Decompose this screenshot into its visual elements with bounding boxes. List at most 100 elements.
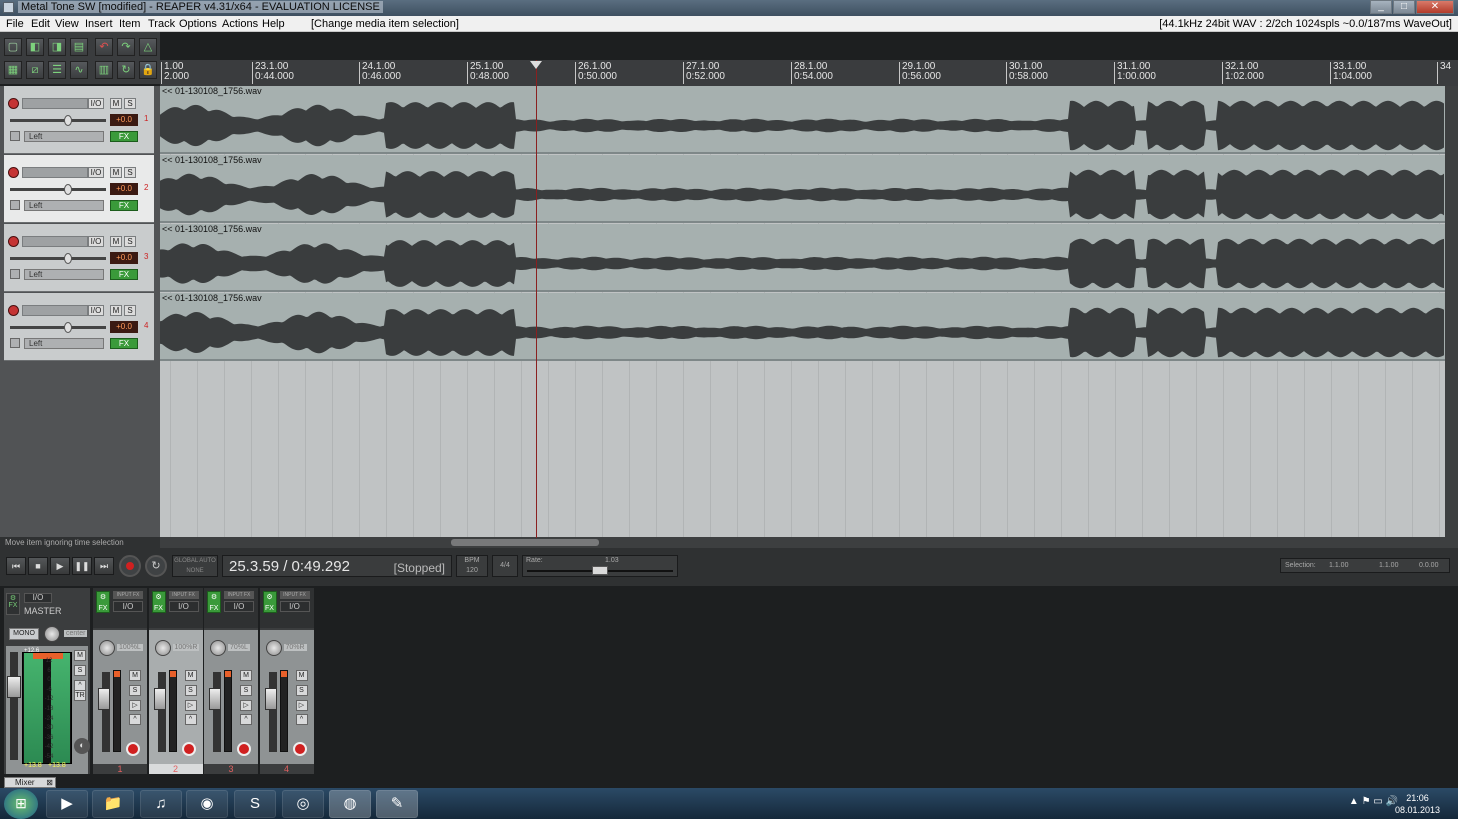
master-mute-button[interactable]: M [74,650,86,661]
volume-fader-knob[interactable] [64,253,72,264]
menu-actions[interactable]: Actions [222,18,258,30]
strip-phase-icon[interactable]: ▷ [240,700,252,711]
mixer-strip[interactable]: ⚙ FX INPUT FX I/O 100%R M S ▷ ^ 2 [148,588,203,774]
strip-phase-icon[interactable]: ▷ [295,700,308,711]
strip-io-button[interactable]: I/O [224,601,254,612]
strip-input-fx-button[interactable]: INPUT FX [168,591,199,599]
strip-envelope-icon[interactable]: ^ [129,714,141,725]
save-project-icon[interactable]: ◨ [48,38,66,56]
track-header[interactable]: I/O M S +0.0 4 Left FX [4,293,154,361]
strip-fader-knob[interactable] [264,688,277,710]
strip-envelope-icon[interactable]: ^ [184,714,197,725]
track-fx-button[interactable]: FX [110,200,138,211]
strip-fader-track[interactable] [268,672,277,752]
track-io-button[interactable]: I/O [88,305,104,316]
time-signature[interactable]: 4/4 [492,555,518,577]
go-to-start-icon[interactable]: ⏮ [6,557,26,575]
mixer-strip[interactable]: ⚙ FX INPUT FX I/O 70%R M S ▷ ^ 4 [259,588,314,774]
track-header[interactable]: I/O M S +0.0 1 Left FX [4,86,154,154]
record-arm-icon[interactable] [8,305,19,316]
item-grouping-icon[interactable]: ☰ [48,61,66,79]
strip-mute-button[interactable]: M [295,670,308,681]
chrome-icon[interactable]: ◉ [186,790,228,818]
rate-slider-knob[interactable] [592,566,608,575]
grid-snap-icon[interactable]: ▦ [4,61,22,79]
horizontal-scrollbar[interactable] [160,537,1458,548]
record-button[interactable] [119,555,141,577]
track-pan-mode-select[interactable]: Left [24,131,104,142]
track-volume-fader[interactable] [10,184,106,195]
track-volume-readout[interactable]: +0.0 [110,321,138,333]
strip-solo-button[interactable]: S [295,685,308,696]
strip-mute-button[interactable]: M [129,670,141,681]
track-mute-button[interactable]: M [110,305,122,316]
track-pan-mode-select[interactable]: Left [24,200,104,211]
strip-fader-knob[interactable] [153,688,166,710]
open-project-icon[interactable]: ◧ [26,38,44,56]
master-pan-knob[interactable] [44,626,60,642]
strip-input-fx-button[interactable]: INPUT FX [224,591,254,599]
strip-io-button[interactable]: I/O [168,601,199,612]
volume-fader-knob[interactable] [64,115,72,126]
record-arm-icon[interactable] [8,167,19,178]
strip-input-fx-button[interactable]: INPUT FX [113,591,143,599]
envelope-icon[interactable] [10,338,20,348]
mixer-strip[interactable]: ⚙ FX INPUT FX I/O 100%L M S ▷ ^ 1 [93,588,147,774]
strip-pan-knob[interactable] [210,640,226,656]
strip-phase-icon[interactable]: ▷ [184,700,197,711]
track-mute-button[interactable]: M [110,236,122,247]
selection-display[interactable]: Selection: 1.1.00 1.1.00 0.0.00 [1280,558,1450,573]
timeline-ruler[interactable]: 1.00 2.000 23.1.00 0:44.000 24.1.00 0:46.000 2… [160,60,1458,86]
arrange-view[interactable]: << 01-130108_1756.wav << 01-130108_1756.w… [160,86,1445,537]
close-icon[interactable]: ✕ [1416,0,1454,14]
strip-number[interactable]: 1 [93,764,147,774]
strip-solo-button[interactable]: S [184,685,197,696]
media-item[interactable]: << 01-130108_1756.wav [160,224,1445,292]
ripple-edit-icon[interactable]: ⧄ [26,61,44,79]
track-header[interactable]: I/O M S +0.0 3 Left FX [4,224,154,292]
strip-envelope-icon[interactable]: ^ [295,714,308,725]
strip-fx-button[interactable]: ⚙ FX [207,591,221,613]
mixer-tab-close-icon[interactable]: ⊠ [46,778,53,787]
vertical-scrollbar[interactable] [1445,86,1458,537]
grid-lines-icon[interactable]: ▥ [95,61,113,79]
mixer-strip[interactable]: ⚙ FX INPUT FX I/O 70%L M S ▷ ^ 3 [204,588,258,774]
strip-record-arm-icon[interactable] [181,742,196,756]
strip-fader-track[interactable] [157,672,166,752]
track-fx-button[interactable]: FX [110,338,138,349]
master-fader-knob[interactable] [7,676,21,698]
strip-fader-track[interactable] [213,672,221,752]
track-io-button[interactable]: I/O [88,236,104,247]
media-item[interactable]: << 01-130108_1756.wav [160,293,1445,361]
track-volume-fader[interactable] [10,322,106,333]
strip-number[interactable]: 4 [259,764,314,774]
loop-icon[interactable]: ↻ [117,61,135,79]
strip-record-arm-icon[interactable] [237,742,251,756]
record-arm-icon[interactable] [8,236,19,247]
track-name-field[interactable] [22,98,88,109]
strip-fx-button[interactable]: ⚙ FX [151,591,166,613]
track-volume-readout[interactable]: +0.0 [110,114,138,126]
time-display[interactable]: 25.3.59 / 0:49.292 [Stopped] [222,555,452,577]
track-volume-fader[interactable] [10,115,106,126]
track-fx-button[interactable]: FX [110,269,138,280]
track-io-button[interactable]: I/O [88,167,104,178]
track-volume-readout[interactable]: +0.0 [110,183,138,195]
track-pan-mode-select[interactable]: Left [24,269,104,280]
project-settings-icon[interactable]: ▤ [70,38,88,56]
strip-io-button[interactable]: I/O [279,601,310,612]
track-name-field[interactable] [22,167,88,178]
itunes-icon[interactable]: ♫ [140,790,182,818]
minimize-icon[interactable]: _ [1370,0,1392,14]
selection-start[interactable]: 1.1.00 [1329,559,1348,572]
clock[interactable]: 21:06 08.01.2013 [1395,792,1440,816]
media-item[interactable]: << 01-130108_1756.wav [160,86,1445,154]
master-trim-button[interactable]: TR [74,690,86,701]
playrate-control[interactable]: Rate: 1.03 [522,555,678,577]
go-to-end-icon[interactable]: ⏭ [94,557,114,575]
strip-pan-knob[interactable] [99,640,115,656]
menu-edit[interactable]: Edit [31,18,50,30]
play-icon[interactable]: ▶ [50,557,70,575]
track-volume-readout[interactable]: +0.0 [110,252,138,264]
start-button-icon[interactable]: ⊞ [4,789,38,819]
